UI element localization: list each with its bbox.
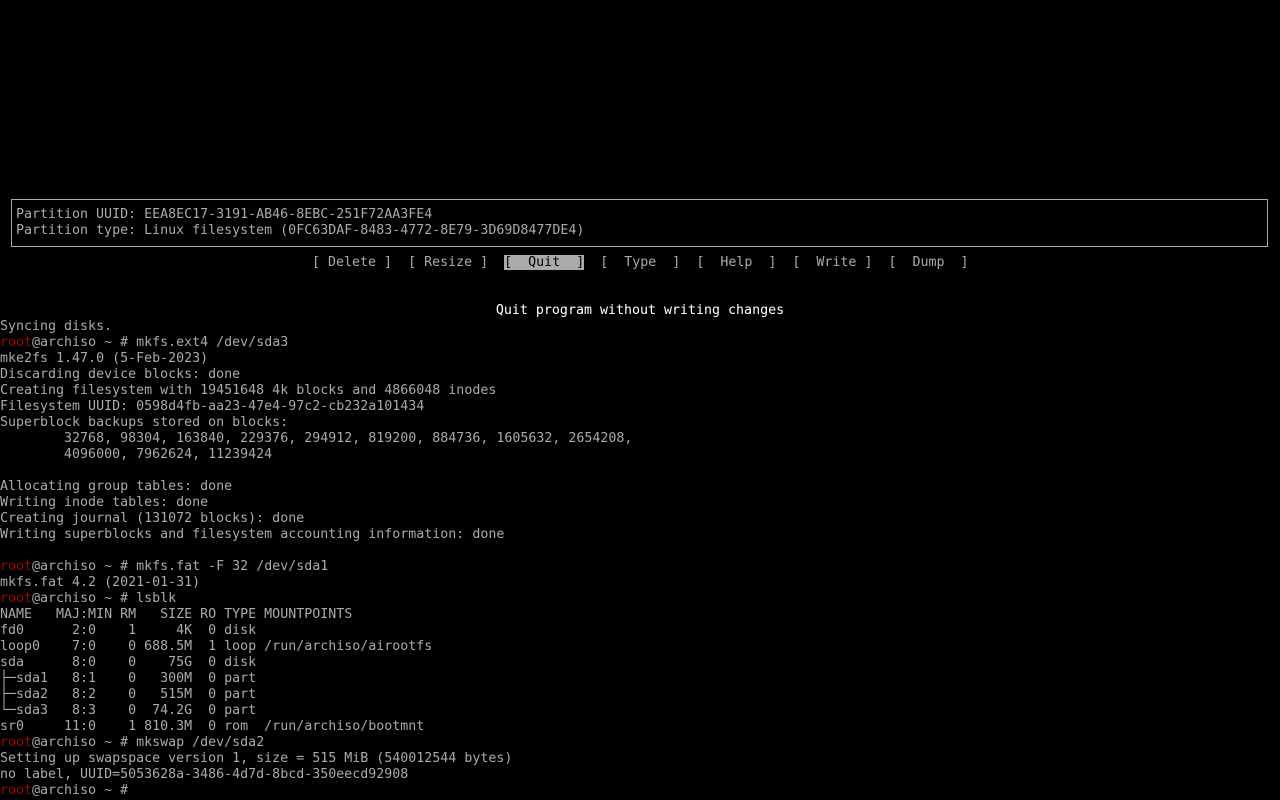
terminal-output-line: Creating journal (131072 blocks): done xyxy=(0,511,305,526)
partition-uuid-text: Partition UUID: EEA8EC17-3191-AB46-8EBC-… xyxy=(16,207,433,222)
terminal-output-line: sda 8:0 0 75G 0 disk xyxy=(0,655,257,670)
prompt-user: root xyxy=(0,591,33,606)
terminal-output-line: Superblock backups stored on blocks: xyxy=(0,415,289,430)
prompt-host: @archiso ~ # xyxy=(32,559,137,574)
terminal-output-line: Creating filesystem with 19451648 4k blo… xyxy=(0,383,497,398)
terminal-prompt-line: root@archiso ~ # mkswap /dev/sda2 xyxy=(0,735,264,751)
menu-gap xyxy=(488,255,504,270)
prompt-host: @archiso ~ # xyxy=(32,591,137,606)
terminal-output-line: Writing superblocks and filesystem accou… xyxy=(0,527,505,542)
prompt-user: root xyxy=(0,559,33,574)
terminal-output-line: └─sda3 8:3 0 74.2G 0 part xyxy=(0,703,257,718)
terminal-output-line: Discarding device blocks: done xyxy=(0,367,241,382)
terminal-output-line: 32768, 98304, 163840, 229376, 294912, 81… xyxy=(0,431,633,446)
cfdisk-action-menu: [ Delete ] [ Resize ] [ Quit ] [ Type ] … xyxy=(312,255,969,271)
partition-info-box: Partition UUID: EEA8EC17-3191-AB46-8EBC-… xyxy=(11,199,1268,247)
menu-gap xyxy=(392,255,408,270)
prompt-host: @archiso ~ # xyxy=(32,783,137,798)
prompt-host: @archiso ~ # xyxy=(32,735,137,750)
terminal-prompt-line: root@archiso ~ # lsblk xyxy=(0,591,176,607)
prompt-command: mkswap /dev/sda2 xyxy=(136,735,265,750)
prompt-command: mkfs.fat -F 32 /dev/sda1 xyxy=(136,559,329,574)
prompt-user: root xyxy=(0,735,33,750)
menu-help-button[interactable]: [ Help ] xyxy=(696,255,776,270)
terminal-output-line: Syncing disks. xyxy=(0,319,113,334)
menu-write-button[interactable]: [ Write ] xyxy=(792,255,872,270)
terminal-output-line: Setting up swapspace version 1, size = 5… xyxy=(0,751,513,766)
terminal-output-line: fd0 2:0 1 4K 0 disk xyxy=(0,623,257,638)
terminal-prompt-line: root@archiso ~ # mkfs.ext4 /dev/sda3 xyxy=(0,335,288,351)
menu-dump-button[interactable]: [ Dump ] xyxy=(888,255,968,270)
menu-resize-button[interactable]: [ Resize ] xyxy=(408,255,488,270)
terminal-prompt-line: root@archiso ~ # xyxy=(0,783,136,799)
terminal-prompt-line: root@archiso ~ # mkfs.fat -F 32 /dev/sda… xyxy=(0,559,328,575)
prompt-host: @archiso ~ # xyxy=(32,335,137,350)
menu-quit-button[interactable]: [ Quit ] xyxy=(504,255,585,270)
prompt-user: root xyxy=(0,335,33,350)
terminal-output-line: ├─sda1 8:1 0 300M 0 part xyxy=(0,671,257,686)
terminal-output-line: Writing inode tables: done xyxy=(0,495,209,510)
prompt-command: lsblk xyxy=(136,591,177,606)
menu-gap xyxy=(872,255,888,270)
terminal-output-line: 4096000, 7962624, 11239424 xyxy=(0,447,273,462)
prompt-command: mkfs.ext4 /dev/sda3 xyxy=(136,335,289,350)
terminal-output-line: NAME MAJ:MIN RM SIZE RO TYPE MOUNTPOINTS xyxy=(0,607,353,622)
menu-type-button[interactable]: [ Type ] xyxy=(600,255,680,270)
prompt-user: root xyxy=(0,783,33,798)
terminal-output-line: ├─sda2 8:2 0 515M 0 part xyxy=(0,687,257,702)
terminal-output-line: mkfs.fat 4.2 (2021-01-31) xyxy=(0,575,201,590)
menu-gap xyxy=(680,255,696,270)
terminal-output-line: no label, UUID=5053628a-3486-4d7d-8bcd-3… xyxy=(0,767,409,782)
menu-gap xyxy=(776,255,792,270)
terminal-output-line: mke2fs 1.47.0 (5-Feb-2023) xyxy=(0,351,209,366)
terminal-output-line: Allocating group tables: done xyxy=(0,479,233,494)
menu-gap xyxy=(584,255,600,270)
terminal-output-line: loop0 7:0 0 688.5M 1 loop /run/archiso/a… xyxy=(0,639,433,654)
terminal-output-line: Filesystem UUID: 0598d4fb-aa23-47e4-97c2… xyxy=(0,399,425,414)
menu-delete-button[interactable]: [ Delete ] xyxy=(312,255,392,270)
partition-type-text: Partition type: Linux filesystem (0FC63D… xyxy=(16,223,585,238)
status-message: Quit program without writing changes xyxy=(495,303,785,318)
terminal-output-line: sr0 11:0 1 810.3M 0 rom /run/archiso/boo… xyxy=(0,719,425,734)
